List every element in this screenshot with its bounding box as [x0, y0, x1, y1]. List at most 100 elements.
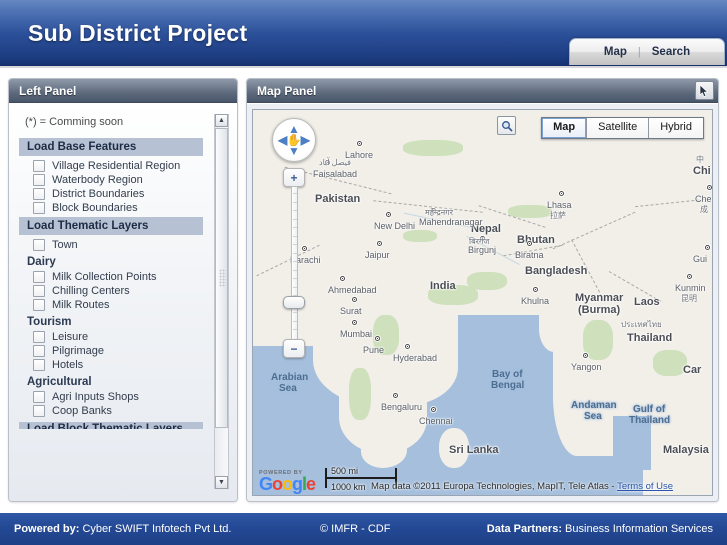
footer-powered-by: Powered by: Cyber SWIFT Infotech Pvt Ltd…: [14, 523, 231, 535]
scroll-down-arrow-icon[interactable]: ▼: [215, 476, 228, 489]
layer-label: Coop Banks: [52, 405, 112, 417]
tab-map[interactable]: Map: [593, 40, 638, 65]
zoom-slider-control[interactable]: + −: [283, 168, 305, 358]
app-title: Sub District Project: [28, 20, 248, 46]
south-indochina-land: [651, 400, 712, 470]
tab-search[interactable]: Search: [641, 40, 701, 65]
layer-row[interactable]: Pilgrimage: [19, 344, 203, 358]
zoom-slider-tick: [293, 210, 297, 211]
layer-row[interactable]: Milk Routes: [19, 298, 203, 312]
layer-group-header-0: Load Base Features: [19, 138, 203, 156]
layer-row[interactable]: Block Boundaries: [19, 201, 203, 215]
layer-group-header-clipped[interactable]: Load Block Thematic Layers: [19, 422, 203, 429]
zoom-slider-track[interactable]: [291, 186, 298, 340]
zoom-slider-tick: [293, 278, 297, 279]
layer-row[interactable]: Milk Collection Points: [19, 270, 203, 284]
zoom-out-button[interactable]: −: [283, 339, 305, 358]
layer-row[interactable]: Agri Inputs Shops: [19, 390, 203, 404]
city-marker-dot: [480, 236, 485, 241]
header-tab-group: Map | Search: [569, 38, 725, 65]
layer-checkbox[interactable]: [33, 405, 45, 417]
layer-label: Agri Inputs Shops: [52, 391, 139, 403]
city-marker-dot: [687, 274, 692, 279]
layer-label: Milk Collection Points: [52, 271, 157, 283]
layer-checkbox[interactable]: [33, 331, 45, 343]
layer-group-header-1: Load Thematic Layers: [19, 217, 203, 235]
city-marker-dot: [583, 353, 588, 358]
layer-checkbox[interactable]: [33, 359, 45, 371]
layer-checkbox[interactable]: [33, 160, 45, 172]
sri-lanka-land: [439, 428, 469, 468]
city-marker-dot: [431, 407, 436, 412]
pan-hand-icon[interactable]: ✋: [287, 133, 302, 147]
layer-label: Chilling Centers: [52, 285, 130, 297]
footer-data-partners-label: Data Partners:: [486, 523, 562, 535]
layer-row[interactable]: District Boundaries: [19, 187, 203, 201]
arrow-cursor-glyph: [699, 84, 709, 97]
vegetation-patch: [653, 350, 687, 376]
vegetation-patch: [428, 285, 478, 305]
layer-label: Village Residential Region: [52, 160, 181, 172]
zoom-slider-tick: [293, 261, 297, 262]
scrollbar-grip-icon: [219, 269, 226, 287]
map-viewport[interactable]: Pakistan India Nepal Bhutan Bangladesh Myanma…: [252, 109, 713, 496]
burma-coast-land: [539, 306, 569, 352]
layer-checkbox[interactable]: [33, 188, 45, 200]
left-panel-title: Left Panel: [19, 83, 77, 98]
zoom-slider-tick: [293, 218, 297, 220]
map-panel: Map Panel Pakistan India Nepal Bhutan Ba…: [246, 78, 719, 502]
layer-checkbox[interactable]: [33, 299, 45, 311]
scroll-up-arrow-icon[interactable]: ▲: [215, 114, 228, 127]
map-type-hybrid[interactable]: Hybrid: [649, 118, 703, 138]
city-marker-dot: [533, 287, 538, 292]
vegetation-patch: [349, 368, 371, 420]
zoom-slider-tick: [293, 329, 297, 330]
pan-control[interactable]: ▲ ▼ ◀ ▶ ✋: [272, 118, 316, 162]
layer-checkbox[interactable]: [33, 345, 45, 357]
terms-of-use-link[interactable]: Terms of Use: [617, 481, 673, 492]
left-panel-scrollbar[interactable]: ▲ ▼: [214, 114, 229, 489]
zoom-in-button[interactable]: +: [283, 168, 305, 187]
layer-label: Pilgrimage: [52, 345, 104, 357]
layer-row[interactable]: Leisure: [19, 330, 203, 344]
footer-powered-by-value: Cyber SWIFT Infotech Pvt Ltd.: [82, 523, 232, 535]
layer-label: Hotels: [52, 359, 84, 371]
zoom-slider-tick: [293, 252, 297, 254]
layer-row[interactable]: Hotels: [19, 358, 203, 372]
layer-checkbox[interactable]: [33, 239, 45, 251]
zoom-slider-tick: [293, 201, 297, 203]
magnifier-icon[interactable]: [497, 116, 516, 135]
layer-checkbox[interactable]: [33, 391, 45, 403]
layer-checkbox[interactable]: [33, 285, 45, 297]
city-marker-dot: [705, 245, 710, 250]
layer-sub-header-3: Tourism: [27, 316, 72, 328]
layer-row[interactable]: Town: [19, 238, 203, 252]
layer-row[interactable]: Waterbody Region: [19, 173, 203, 187]
scrollbar-thumb[interactable]: [215, 128, 228, 428]
layer-checkbox[interactable]: [33, 271, 45, 283]
layer-row[interactable]: Coop Banks: [19, 404, 203, 418]
layer-row[interactable]: Chilling Centers: [19, 284, 203, 298]
layer-scroll-region[interactable]: (*) = Comming soon Load Base Features Vill…: [15, 110, 231, 493]
layer-label: Town: [52, 239, 78, 251]
vegetation-patch: [467, 272, 507, 290]
vegetation-patch: [373, 315, 399, 355]
footer-data-partners: Data Partners: Business Information Serv…: [487, 523, 713, 535]
pan-right-icon[interactable]: ▶: [301, 134, 310, 146]
layer-checkbox[interactable]: [33, 202, 45, 214]
zoom-slider-tick: [293, 286, 297, 288]
zoom-slider-tick: [293, 312, 297, 313]
arrow-cursor-icon[interactable]: [695, 81, 714, 100]
city-marker-dot: [352, 297, 357, 302]
map-type-satellite[interactable]: Satellite: [587, 118, 650, 138]
layer-row[interactable]: Village Residential Region: [19, 159, 203, 173]
zoom-slider-tick: [293, 320, 297, 322]
layer-label: Waterbody Region: [52, 174, 143, 186]
map-type-map[interactable]: Map: [542, 118, 588, 138]
city-marker-dot: [707, 185, 712, 190]
zoom-slider-handle[interactable]: [283, 296, 305, 309]
left-panel-header: Left Panel: [9, 79, 237, 103]
map-panel-title: Map Panel: [257, 83, 317, 98]
layer-checkbox[interactable]: [33, 174, 45, 186]
magnifier-glyph: [501, 120, 513, 132]
